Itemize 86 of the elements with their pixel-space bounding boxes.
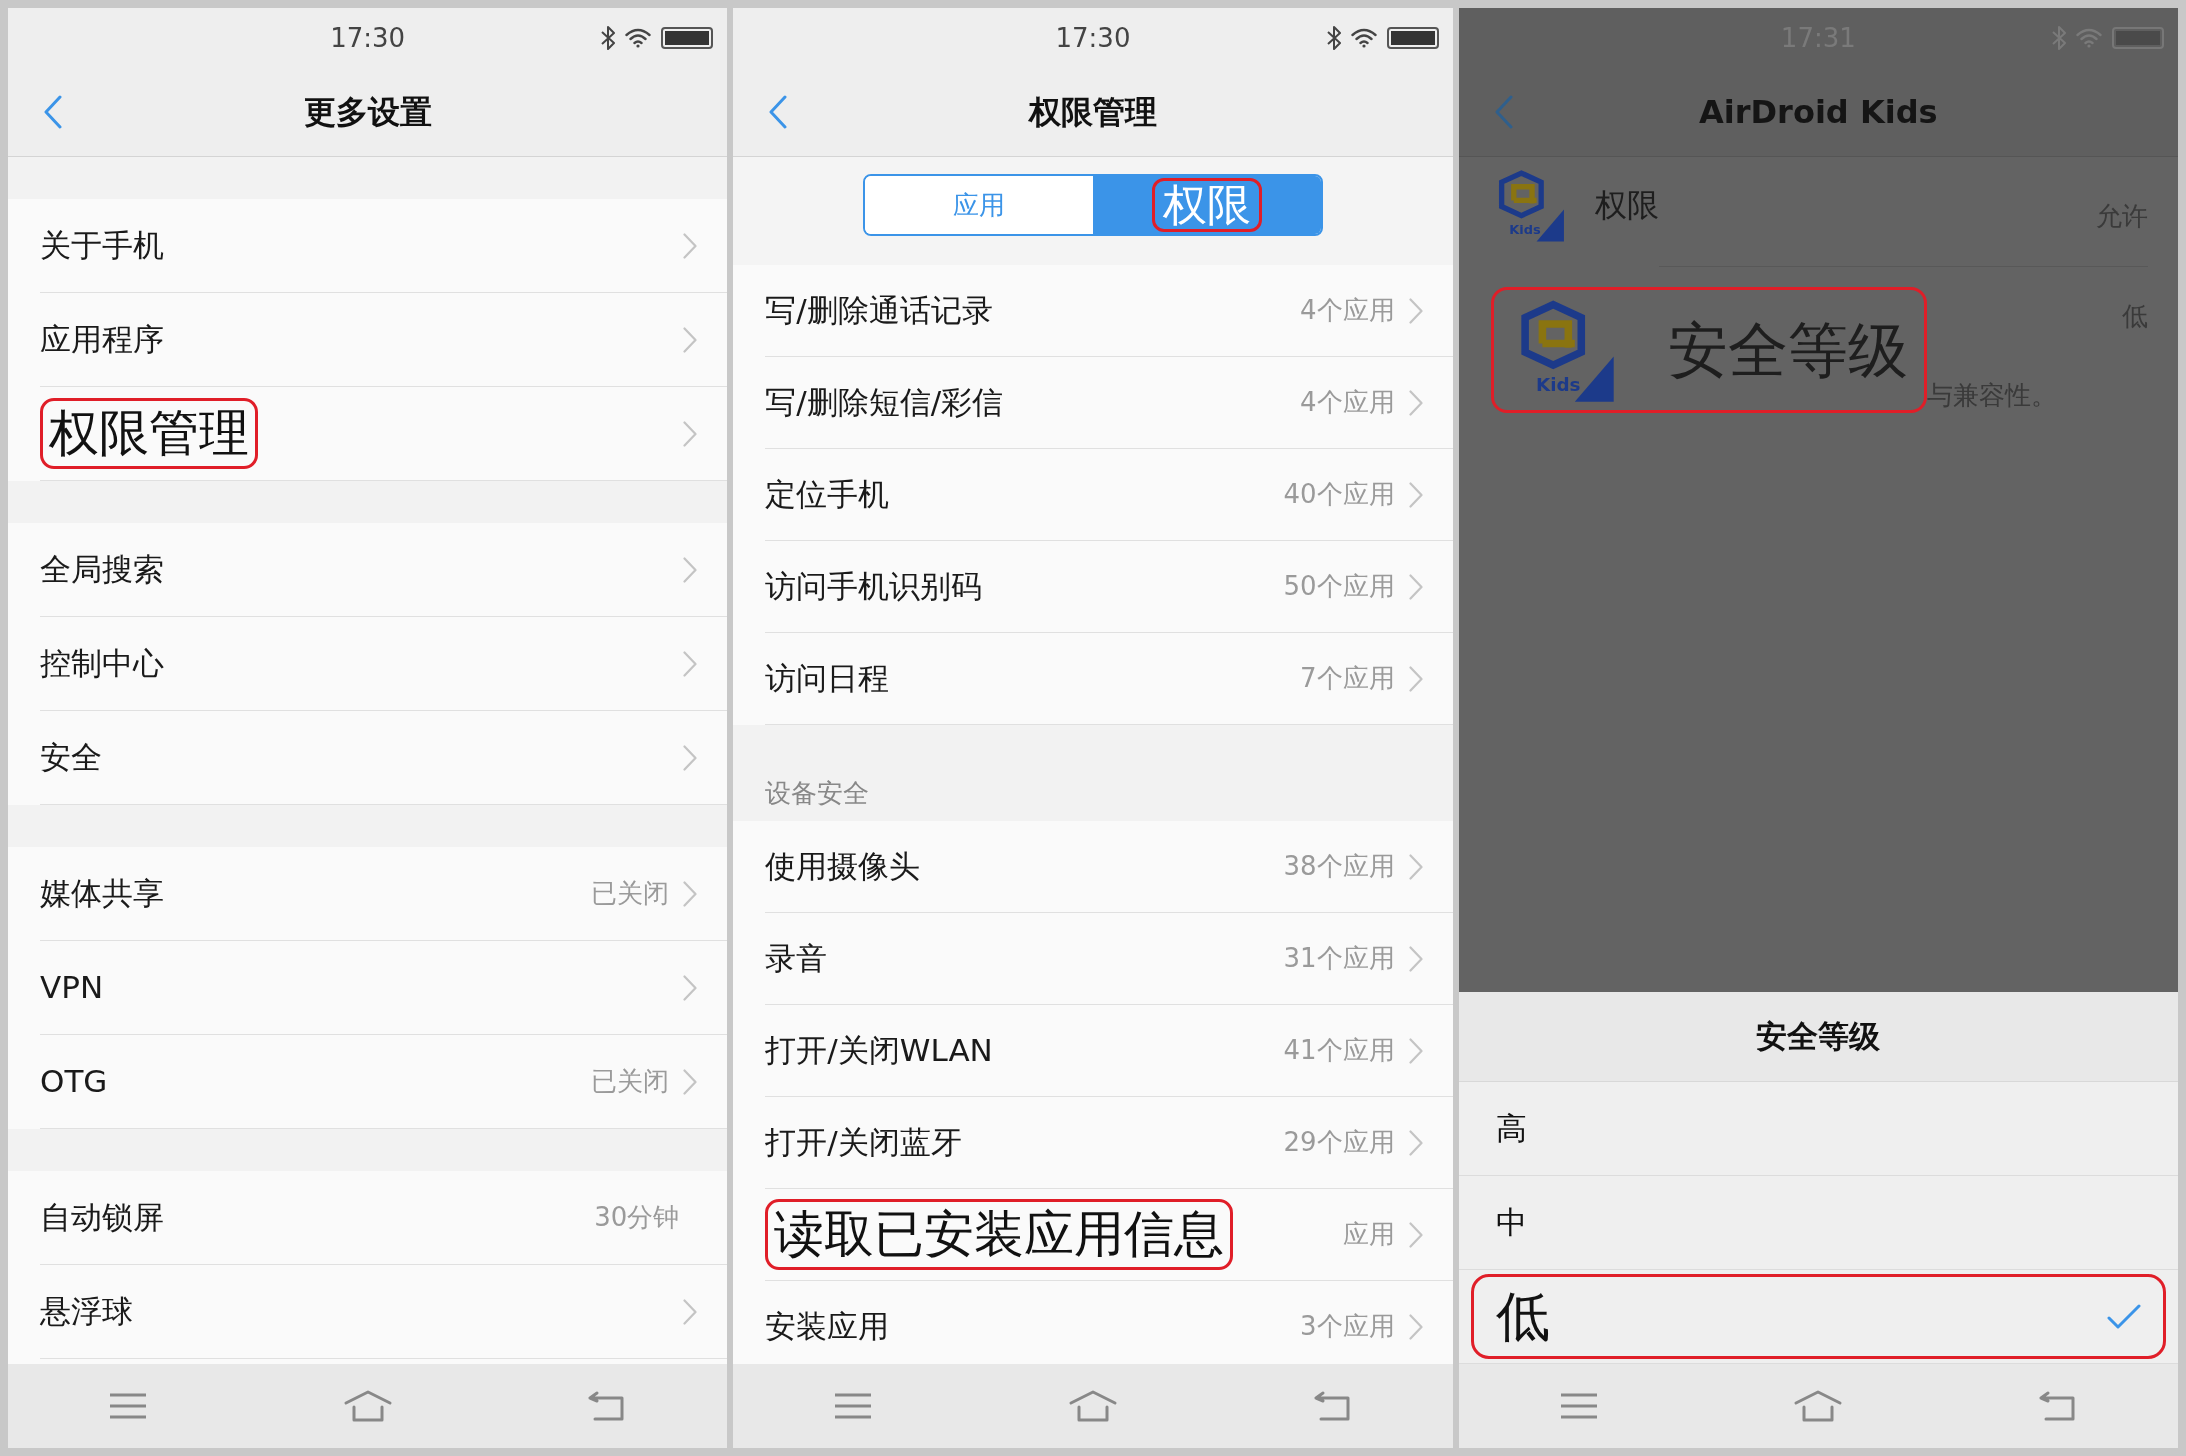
- bluetooth-icon: [601, 26, 616, 50]
- chevron-right-icon: [683, 1298, 698, 1325]
- setting-value: 30分钟: [594, 1201, 680, 1234]
- chevron-right-icon: [683, 1068, 698, 1095]
- chevron-right-icon: [683, 232, 698, 259]
- chevron-right-icon: [683, 880, 698, 907]
- section-header: 设备安全: [765, 777, 870, 810]
- setting-value: 41个应用: [1283, 1034, 1395, 1067]
- setting-label[interactable]: 写/删除短信/彩信: [765, 379, 1004, 426]
- setting-value: 31个应用: [1283, 942, 1395, 975]
- chevron-right-icon: [1408, 481, 1423, 508]
- setting-label[interactable]: 录音: [765, 935, 828, 982]
- menu-icon[interactable]: [109, 1393, 146, 1419]
- wifi-icon: [625, 28, 652, 48]
- setting-label[interactable]: 使用摄像头: [765, 843, 921, 890]
- setting-label[interactable]: 应用程序: [40, 316, 164, 363]
- setting-label[interactable]: 自动锁屏: [40, 1194, 164, 1241]
- wifi-icon: [2075, 28, 2102, 48]
- setting-label[interactable]: 安全: [40, 734, 102, 781]
- home-icon[interactable]: [342, 1389, 393, 1423]
- setting-label[interactable]: 关于手机: [40, 222, 164, 269]
- setting-value: 应用: [1342, 1218, 1395, 1251]
- setting-label[interactable]: 访问手机识别码: [765, 563, 983, 610]
- chevron-right-icon: [1408, 389, 1423, 416]
- chevron-right-icon: [1408, 573, 1423, 600]
- screen-title: AirDroid Kids: [1698, 92, 1939, 133]
- sheet-title: 安全等级: [1756, 1017, 1881, 1057]
- chevron-right-icon: [1408, 297, 1423, 324]
- status-time: 17:30: [1054, 21, 1132, 55]
- menu-icon[interactable]: [1560, 1393, 1597, 1419]
- setting-value: 已关闭: [591, 1065, 670, 1098]
- chevron-right-icon: [1408, 853, 1423, 880]
- setting-value: 7个应用: [1300, 662, 1395, 695]
- setting-label[interactable]: 全局搜索: [40, 546, 164, 593]
- setting-label[interactable]: 打开/关闭蓝牙: [765, 1119, 962, 1166]
- chevron-right-icon: [683, 420, 698, 447]
- status-time: 17:30: [329, 21, 407, 55]
- chevron-right-icon: [683, 556, 698, 583]
- setting-value: 50个应用: [1283, 570, 1395, 603]
- setting-value: 3个应用: [1300, 1310, 1395, 1343]
- wifi-icon: [1350, 28, 1377, 48]
- setting-value: 已关闭: [591, 877, 670, 910]
- back-icon[interactable]: [44, 95, 62, 129]
- setting-label[interactable]: 读取已安装应用信息: [765, 1199, 1234, 1270]
- menu-icon[interactable]: [835, 1393, 872, 1419]
- level-option[interactable]: 低: [1470, 1274, 2166, 1359]
- chevron-right-icon: [1408, 665, 1423, 692]
- setting-label[interactable]: VPN: [40, 964, 104, 1011]
- home-icon[interactable]: [1793, 1389, 1844, 1423]
- chevron-right-icon: [683, 974, 698, 1001]
- chevron-right-icon: [1408, 1313, 1423, 1340]
- back-icon[interactable]: [769, 95, 788, 129]
- setting-value: 4个应用: [1300, 386, 1395, 419]
- chevron-right-icon: [683, 326, 698, 353]
- app-logo: Kids: [1490, 167, 1567, 243]
- setting-value: 40个应用: [1283, 478, 1395, 511]
- battery-icon: [2111, 27, 2164, 49]
- setting-value: 38个应用: [1283, 850, 1395, 883]
- chevron-right-icon: [1408, 1129, 1423, 1156]
- chevron-right-icon: [1408, 1037, 1423, 1064]
- setting-label[interactable]: 写/删除通话记录: [765, 287, 993, 334]
- setting-label[interactable]: 打开/关闭WLAN: [765, 1027, 993, 1074]
- chevron-right-icon: [683, 744, 698, 771]
- bluetooth-icon: [2051, 26, 2066, 50]
- home-icon[interactable]: [1068, 1389, 1118, 1423]
- setting-label[interactable]: 定位手机: [765, 471, 890, 518]
- setting-value: 4个应用: [1300, 294, 1395, 327]
- battery-icon: [661, 27, 714, 49]
- chevron-right-icon: [1408, 1221, 1423, 1248]
- battery-icon: [1386, 27, 1439, 49]
- screen-title: 权限管理: [1027, 92, 1158, 133]
- screen-title: 更多设置: [302, 92, 433, 133]
- setting-label[interactable]: 权限管理: [40, 398, 258, 469]
- app-logo: Kids: [1509, 296, 1618, 404]
- setting-label[interactable]: 访问日程: [765, 655, 890, 702]
- setting-value: 29个应用: [1283, 1126, 1395, 1159]
- setting-label[interactable]: 悬浮球: [40, 1288, 133, 1335]
- setting-label[interactable]: OTG: [40, 1058, 108, 1105]
- check-icon: [2107, 1303, 2141, 1330]
- setting-label[interactable]: 媒体共享: [40, 870, 164, 917]
- setting-label[interactable]: 控制中心: [40, 640, 164, 687]
- bluetooth-icon: [1326, 26, 1341, 50]
- chevron-right-icon: [1408, 945, 1423, 972]
- chevron-right-icon: [683, 650, 698, 677]
- back-icon[interactable]: [1312, 1391, 1353, 1421]
- setting-label[interactable]: 安装应用: [765, 1303, 890, 1350]
